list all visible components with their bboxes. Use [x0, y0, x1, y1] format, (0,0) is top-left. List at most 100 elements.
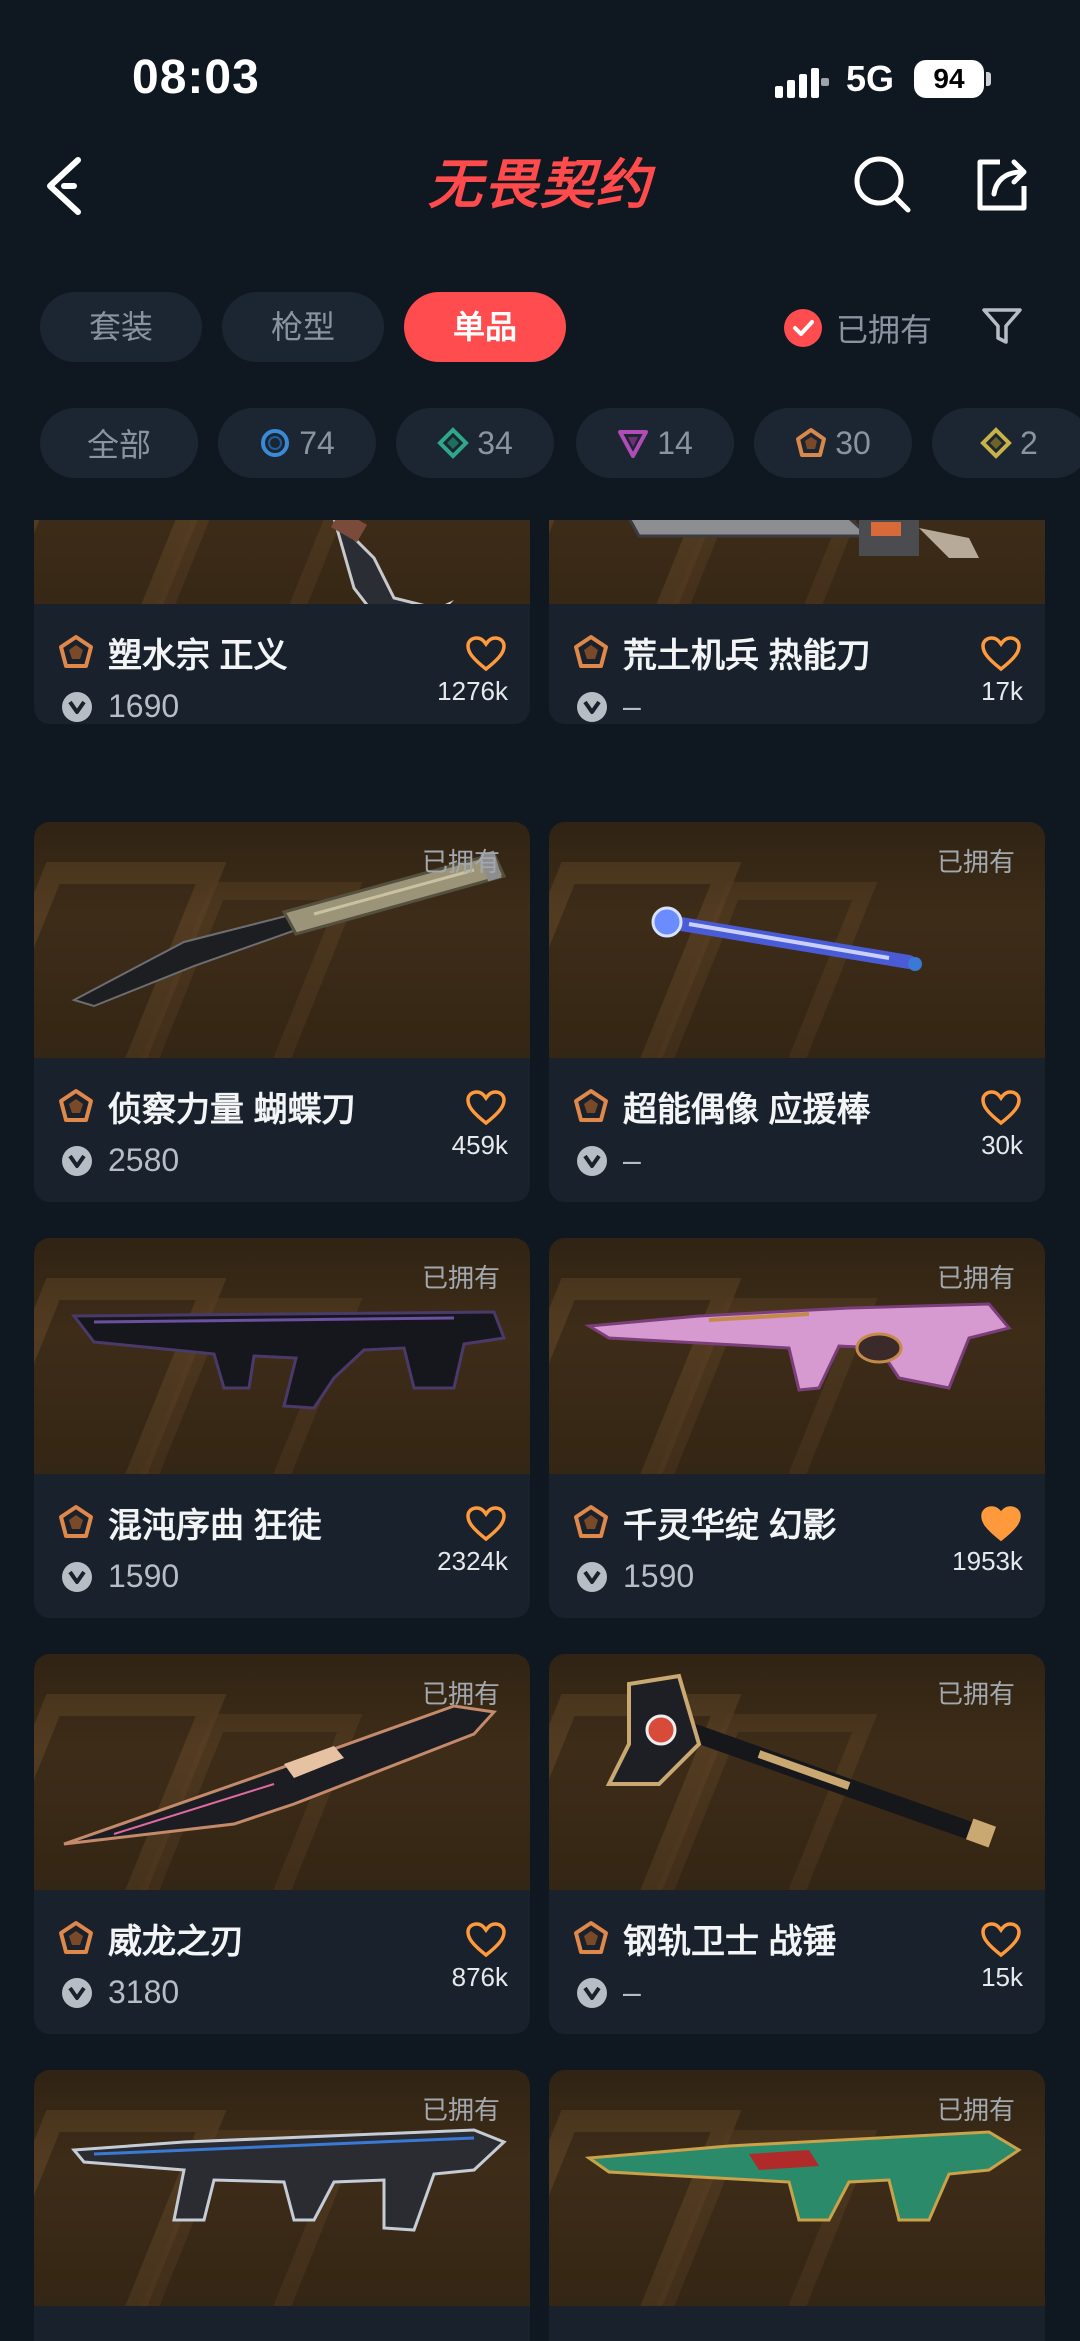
- heart-outline-icon[interactable]: [466, 1090, 506, 1126]
- item-price: –: [623, 1142, 641, 1178]
- item-card[interactable]: 已拥有 千灵华绽 幻影 1590 1953k: [549, 1238, 1045, 1618]
- item-price: 2580: [108, 1142, 180, 1178]
- item-info: 超能偶像 应援棒 – 30k: [549, 1058, 1045, 1202]
- item-price: –: [623, 1974, 641, 2010]
- item-card[interactable]: 已拥有 混沌序曲 狂徒 1590 2324k: [34, 1238, 530, 1618]
- chip-all[interactable]: 全部: [40, 408, 198, 478]
- item-name: 千灵华绽 幻影: [623, 1507, 837, 1545]
- item-card[interactable]: 已拥有: [34, 2070, 530, 2341]
- item-name: 塑水宗 正义: [108, 637, 288, 675]
- battery-level: 94: [914, 60, 984, 98]
- item-price: 1690: [108, 688, 180, 724]
- item-likes: 2324k: [437, 1546, 508, 1576]
- pentagon-tier-icon: [574, 1921, 608, 1954]
- item-likes: 1276k: [437, 676, 508, 706]
- item-name: 钢轨卫士 战锤: [623, 1923, 837, 1961]
- item-info: 威龙之刃 3180 876k: [34, 1890, 530, 2034]
- item-card[interactable]: 荒土机兵 热能刀 – 17k: [549, 520, 1045, 724]
- item-likes: 1953k: [952, 1546, 1023, 1576]
- network-type: 5G: [846, 58, 895, 99]
- item-name: 荒土机兵 热能刀: [623, 637, 871, 675]
- item-likes: 459k: [451, 1130, 508, 1160]
- item-card[interactable]: 塑水宗 正义 1690 1276k: [34, 520, 530, 724]
- item-card[interactable]: 已拥有 威龙之刃 3180 876k: [34, 1654, 530, 2034]
- item-price: –: [623, 688, 641, 724]
- triangle-tier-icon: [618, 430, 649, 458]
- item-card[interactable]: 已拥有 钢轨卫士 战锤 – 15k: [549, 1654, 1045, 2034]
- currency-icon: [577, 1978, 607, 2008]
- owned-tag: 已拥有: [421, 2095, 500, 2125]
- diamond-gold-tier-icon: [980, 427, 1012, 459]
- pentagon-tier-icon: [574, 1505, 608, 1538]
- item-card[interactable]: 已拥有 超能偶像 应援棒 – 30k: [549, 822, 1045, 1202]
- owned-tag: 已拥有: [421, 1679, 500, 1709]
- item-name: 威龙之刃: [108, 1923, 244, 1961]
- search-icon[interactable]: [850, 152, 914, 216]
- tab-gun-type[interactable]: 枪型: [222, 292, 384, 362]
- item-image: 已拥有: [34, 2070, 530, 2306]
- chip-tier-premium[interactable]: 14: [576, 408, 734, 478]
- item-image: 已拥有: [549, 822, 1045, 1058]
- heart-outline-icon[interactable]: [466, 636, 506, 672]
- item-likes: 15k: [981, 1962, 1023, 1992]
- owned-tag: 已拥有: [936, 847, 1015, 877]
- pentagon-tier-icon: [574, 635, 608, 668]
- item-info: 钢轨卫士 战锤 – 15k: [549, 1890, 1045, 2034]
- share-icon[interactable]: [970, 152, 1034, 216]
- item-info: 荒土机兵 热能刀 – 17k: [549, 604, 1045, 724]
- back-icon[interactable]: [40, 150, 96, 222]
- item-info: 侦察力量 蝴蝶刀 2580 459k: [34, 1058, 530, 1202]
- filter-icon[interactable]: [980, 304, 1024, 348]
- tab-set[interactable]: 套装: [40, 292, 202, 362]
- currency-icon: [577, 1562, 607, 1592]
- item-image: 已拥有: [549, 1238, 1045, 1474]
- owned-filter-toggle[interactable]: 已拥有: [784, 302, 932, 354]
- item-card[interactable]: 已拥有: [549, 2070, 1045, 2341]
- chip-tier-deluxe[interactable]: 34: [396, 408, 554, 478]
- page-title: 无畏契约: [428, 155, 652, 215]
- item-info: 千灵华绽 幻影 1590 1953k: [549, 1474, 1045, 1618]
- chip-count: 74: [299, 424, 335, 461]
- chip-label: 全部: [86, 427, 151, 463]
- owned-tag: 已拥有: [936, 2095, 1015, 2125]
- currency-icon: [62, 692, 92, 722]
- heart-outline-icon[interactable]: [466, 1922, 506, 1958]
- item-card[interactable]: 已拥有 侦察力量 蝴蝶刀 2580 459k: [34, 822, 530, 1202]
- tab-single-item[interactable]: 单品: [404, 292, 566, 362]
- currency-icon: [62, 1562, 92, 1592]
- circle-tier-icon: [261, 429, 290, 457]
- battery-tip: [986, 72, 991, 86]
- item-name: 混沌序曲 狂徒: [108, 1507, 322, 1545]
- diamond-tier-icon: [437, 427, 470, 459]
- item-info: 混沌序曲 狂徒 1590 2324k: [34, 1474, 530, 1618]
- pentagon-tier-icon: [59, 635, 93, 668]
- pentagon-tier-icon: [59, 1921, 93, 1954]
- item-grid: 塑水宗 正义 1690 1276k 荒土机兵 热能刀 – 17k 已拥有 侦察力…: [0, 520, 1080, 2341]
- signal-icon: [775, 68, 829, 98]
- pentagon-tier-icon: [574, 1089, 608, 1122]
- chip-tier-exclusive[interactable]: 30: [754, 408, 912, 478]
- pentagon-tier-icon: [796, 428, 827, 457]
- item-image: 已拥有: [34, 1654, 530, 1890]
- chip-tier-ultra[interactable]: 2: [932, 408, 1080, 478]
- heart-outline-icon[interactable]: [981, 1090, 1021, 1126]
- currency-icon: [577, 692, 607, 722]
- chip-count: 14: [657, 424, 693, 461]
- status-bar: 08:03 5G 94: [0, 0, 1080, 150]
- heart-outline-icon[interactable]: [981, 1922, 1021, 1958]
- heart-outline-icon[interactable]: [466, 1506, 506, 1542]
- currency-icon: [62, 1978, 92, 2008]
- currency-icon: [577, 1146, 607, 1176]
- chip-count: 2: [1020, 424, 1038, 461]
- heart-outline-icon[interactable]: [981, 636, 1021, 672]
- item-info: 塑水宗 正义 1690 1276k: [34, 604, 530, 724]
- pentagon-tier-icon: [59, 1505, 93, 1538]
- item-likes: 17k: [981, 676, 1023, 706]
- heart-filled-icon[interactable]: [981, 1506, 1021, 1542]
- chip-count: 34: [477, 424, 513, 461]
- chip-tier-select[interactable]: 74: [218, 408, 376, 478]
- pentagon-tier-icon: [59, 1089, 93, 1122]
- status-time: 08:03: [132, 51, 260, 104]
- owned-tag: 已拥有: [421, 847, 500, 877]
- owned-filter-label: 已拥有: [836, 312, 933, 348]
